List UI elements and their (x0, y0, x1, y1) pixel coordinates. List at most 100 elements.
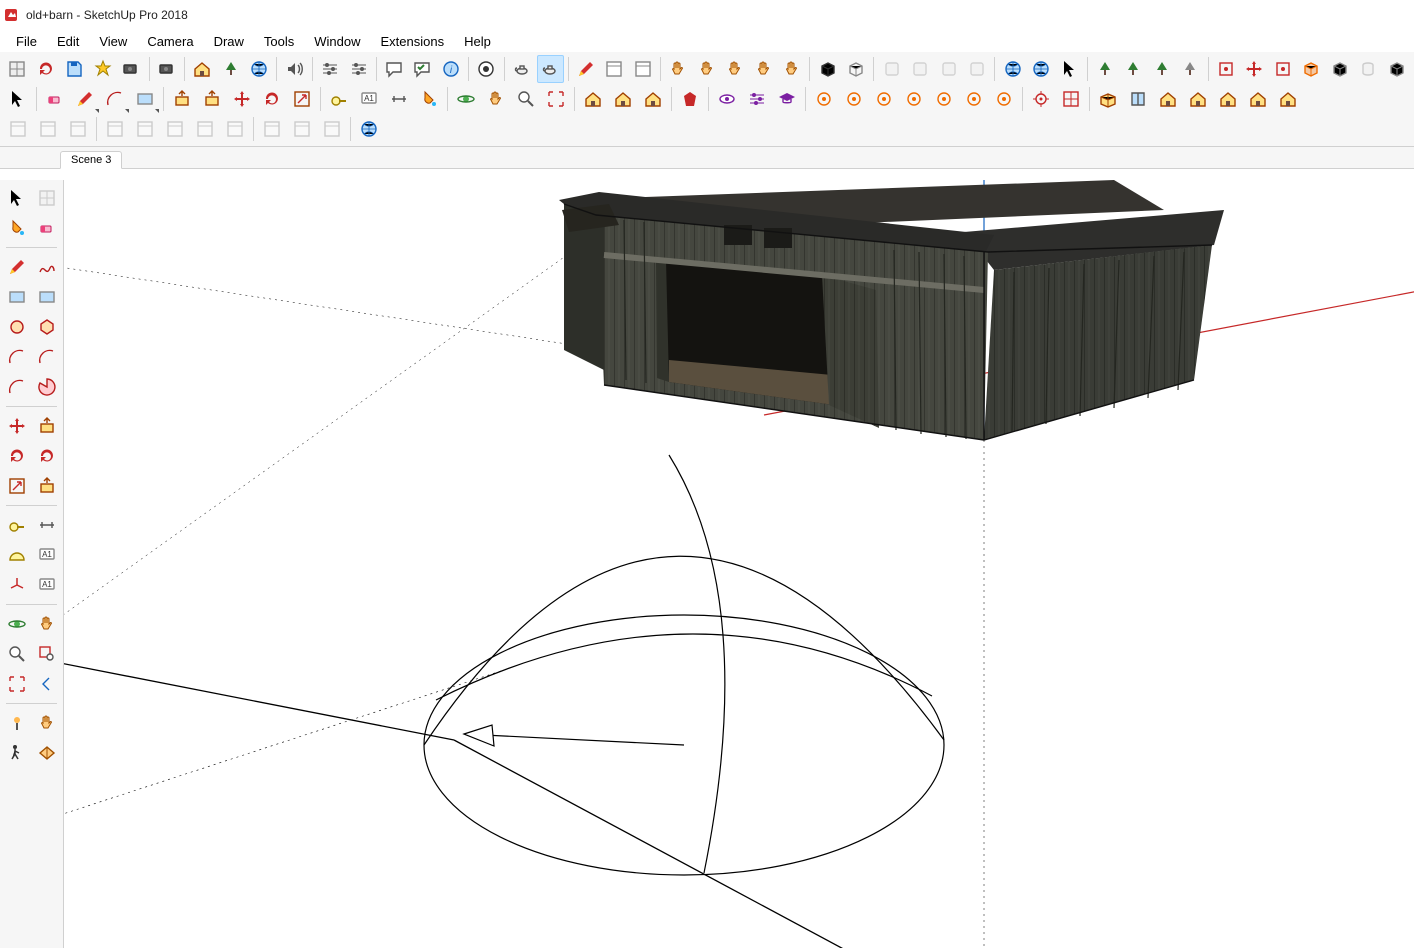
pencil-icon[interactable] (71, 85, 99, 113)
scale-icon[interactable] (288, 85, 316, 113)
menu-camera[interactable]: Camera (137, 32, 203, 51)
text-label-icon[interactable]: A1 (355, 85, 383, 113)
globe-pin-icon[interactable] (1028, 55, 1055, 83)
sectionplane-tool-icon[interactable] (33, 739, 61, 767)
solar-orange5-icon[interactable] (930, 85, 958, 113)
tree-half-icon[interactable] (1177, 55, 1204, 83)
zoom-vtool-icon[interactable] (3, 640, 31, 668)
solar-orange7-icon[interactable] (990, 85, 1018, 113)
globe-nav-icon[interactable] (999, 55, 1026, 83)
speech-check-icon[interactable] (409, 55, 436, 83)
circle-tool-icon[interactable] (3, 313, 31, 341)
target-red-icon[interactable] (1027, 85, 1055, 113)
pan-hand-icon[interactable] (482, 85, 510, 113)
sliders-purple-icon[interactable] (743, 85, 771, 113)
offset-tool-icon[interactable] (33, 472, 61, 500)
followme-tool-icon[interactable] (33, 442, 61, 470)
record-icon[interactable] (153, 55, 180, 83)
menu-extensions[interactable]: Extensions (371, 32, 455, 51)
cube-dark-icon[interactable] (814, 55, 841, 83)
warehouse3-icon[interactable] (639, 85, 667, 113)
pushpull-vtool-icon[interactable] (33, 412, 61, 440)
cube-solid-icon[interactable] (1384, 55, 1411, 83)
orbit-icon[interactable] (452, 85, 480, 113)
text-vtool-icon[interactable]: A1 (33, 541, 61, 569)
shape-icon[interactable] (131, 85, 159, 113)
globe-grid-icon[interactable] (246, 55, 273, 83)
rotated-rect-tool-icon[interactable] (33, 283, 61, 311)
camera-icon[interactable] (118, 55, 145, 83)
house-small3-icon[interactable] (1214, 85, 1242, 113)
cube-wire-icon[interactable] (843, 55, 870, 83)
tape-vtool-icon[interactable] (3, 511, 31, 539)
menu-file[interactable]: File (6, 32, 47, 51)
2pt-arc-tool-icon[interactable] (33, 343, 61, 371)
house-add-icon[interactable] (189, 55, 216, 83)
ruby-icon[interactable] (676, 85, 704, 113)
viewport-3d[interactable] (64, 180, 1414, 948)
solar-orange2-icon[interactable] (840, 85, 868, 113)
teapot-icon[interactable] (509, 55, 536, 83)
circle-badge-icon[interactable] (473, 55, 500, 83)
move-vtool-icon[interactable] (3, 412, 31, 440)
window1-icon[interactable] (601, 55, 628, 83)
new-component-icon[interactable] (4, 55, 31, 83)
grid-red-icon[interactable] (1057, 85, 1085, 113)
lock-panel-icon[interactable] (779, 55, 806, 83)
position-camera-icon[interactable] (3, 709, 31, 737)
house-small5-icon[interactable] (1274, 85, 1302, 113)
pie-tool-icon[interactable] (33, 373, 61, 401)
sliders1-icon[interactable] (317, 55, 344, 83)
panel4-icon[interactable] (750, 55, 777, 83)
freehand-tool-icon[interactable] (33, 253, 61, 281)
sliders2-icon[interactable] (345, 55, 372, 83)
zoomextents-vtool-icon[interactable] (3, 670, 31, 698)
stamp-move-icon[interactable] (1241, 55, 1268, 83)
tree-green1-icon[interactable] (1092, 55, 1119, 83)
box-open-icon[interactable] (1094, 85, 1122, 113)
shortcut-star-icon[interactable] (90, 55, 117, 83)
rotate-icon[interactable] (258, 85, 286, 113)
house-small1-icon[interactable] (1154, 85, 1182, 113)
panel1-icon[interactable] (665, 55, 692, 83)
dimension-icon[interactable] (385, 85, 413, 113)
menu-tools[interactable]: Tools (254, 32, 304, 51)
line-tool-icon[interactable] (3, 253, 31, 281)
eye-purple-icon[interactable] (713, 85, 741, 113)
paintbucket-vtool-icon[interactable] (3, 214, 31, 242)
pushpull-icon[interactable] (198, 85, 226, 113)
refresh-icon[interactable] (33, 55, 60, 83)
book-icon[interactable] (1124, 85, 1152, 113)
stamp-red-icon[interactable] (1213, 55, 1240, 83)
tree-icon[interactable] (217, 55, 244, 83)
arc-icon[interactable] (101, 85, 129, 113)
menu-window[interactable]: Window (304, 32, 370, 51)
select-cursor-icon[interactable] (4, 85, 32, 113)
solar-orange6-icon[interactable] (960, 85, 988, 113)
menu-help[interactable]: Help (454, 32, 501, 51)
eraser-vtool-icon[interactable] (33, 214, 61, 242)
3pt-arc-tool-icon[interactable] (3, 373, 31, 401)
scholar-icon[interactable] (773, 85, 801, 113)
cube-orange-icon[interactable] (1298, 55, 1325, 83)
warehouse-red-icon[interactable] (579, 85, 607, 113)
zoomwindow-tool-icon[interactable] (33, 640, 61, 668)
rectangle-tool-icon[interactable] (3, 283, 31, 311)
axes-tool-icon[interactable] (3, 571, 31, 599)
pushpull-up-icon[interactable] (168, 85, 196, 113)
lookaround-tool-icon[interactable] (33, 709, 61, 737)
pan-vtool-icon[interactable] (33, 610, 61, 638)
info-icon[interactable]: i (438, 55, 465, 83)
3dtext-tool-icon[interactable]: A1 (33, 571, 61, 599)
scene-tab[interactable]: Scene 3 (60, 151, 122, 169)
speech1-icon[interactable] (381, 55, 408, 83)
tape-icon[interactable] (325, 85, 353, 113)
menu-edit[interactable]: Edit (47, 32, 89, 51)
protractor-tool-icon[interactable] (3, 541, 31, 569)
window2-icon[interactable] (630, 55, 657, 83)
save-as-icon[interactable] (61, 55, 88, 83)
panel2-icon[interactable] (693, 55, 720, 83)
eraser-icon[interactable] (41, 85, 69, 113)
underline-icon[interactable] (573, 55, 600, 83)
solar-orange4-icon[interactable] (900, 85, 928, 113)
